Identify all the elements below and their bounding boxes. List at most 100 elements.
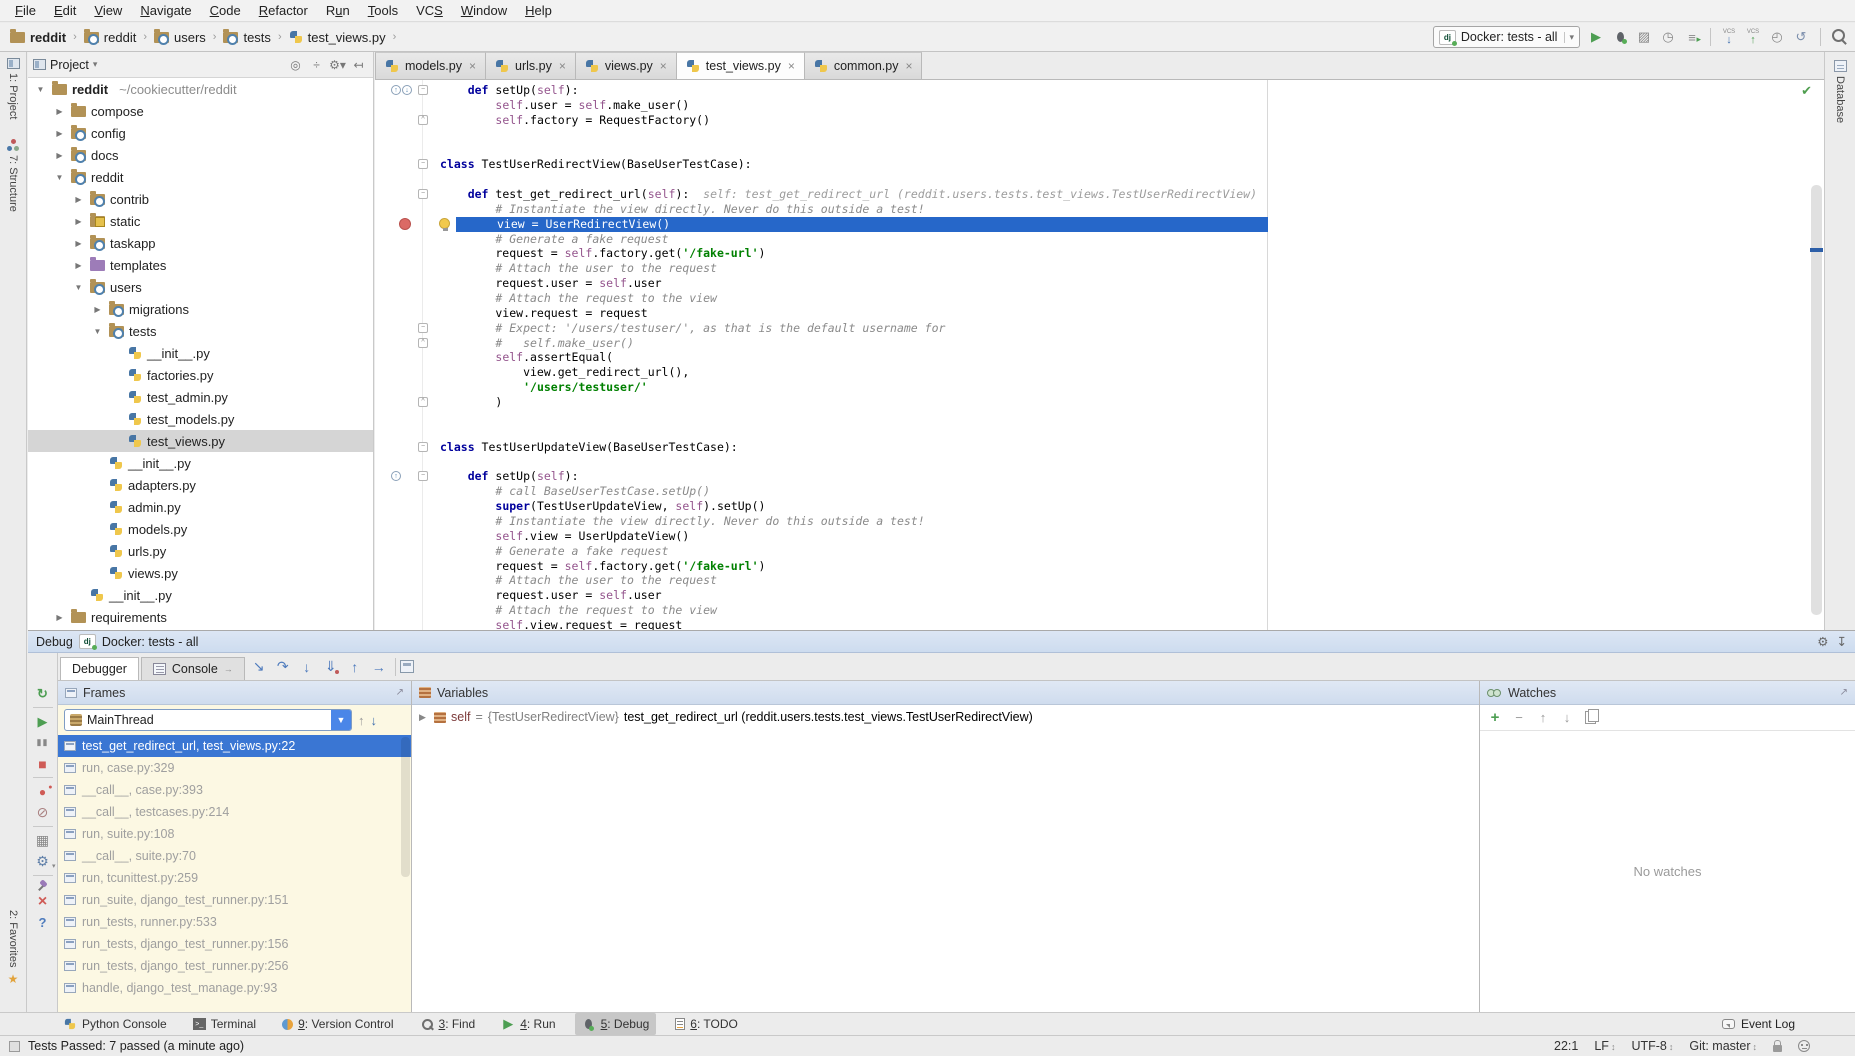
evaluate-expression-icon[interactable] [400, 660, 414, 673]
toolwindow-button-version-control[interactable]: 9: Version Control [275, 1015, 400, 1033]
menu-view[interactable]: View [85, 1, 131, 20]
tree-item-test-views-py[interactable]: test_views.py [28, 430, 373, 452]
tree-item-contrib[interactable]: ▶contrib [28, 188, 373, 210]
close-icon[interactable]: × [469, 59, 476, 73]
tree-expanded-arrow-icon[interactable]: ▼ [34, 85, 47, 94]
close-icon[interactable] [32, 891, 54, 912]
breadcrumb-item[interactable]: tests [221, 29, 272, 46]
next-frame-icon[interactable]: ↓ [371, 713, 378, 728]
tree-item-models-py[interactable]: models.py [28, 518, 373, 540]
expand-arrow-icon[interactable]: ▶ [419, 712, 429, 723]
hide-panel-icon[interactable]: ↤ [349, 58, 368, 72]
breadcrumb-item[interactable]: reddit [8, 29, 68, 46]
frame-row[interactable]: __call__, case.py:393 [58, 779, 411, 801]
add-watch-icon[interactable] [1484, 708, 1506, 728]
frame-row[interactable]: __call__, testcases.py:214 [58, 801, 411, 823]
frame-row[interactable]: run_tests, django_test_runner.py:156 [58, 933, 411, 955]
step-out-icon[interactable] [343, 656, 367, 678]
caret-position[interactable]: 22:1 [1554, 1039, 1578, 1053]
menu-refactor[interactable]: Refactor [250, 1, 317, 20]
frame-row[interactable]: run, suite.py:108 [58, 823, 411, 845]
menu-window[interactable]: Window [452, 1, 516, 20]
rollback-icon[interactable] [1792, 28, 1810, 46]
menu-vcs[interactable]: VCS [407, 1, 452, 20]
editor-tab-test-views-py[interactable]: test_views.py× [677, 52, 805, 79]
tree-collapsed-arrow-icon[interactable]: ▶ [72, 239, 85, 248]
vcs-commit-icon[interactable] [1744, 28, 1762, 46]
frame-row[interactable]: run_tests, django_test_runner.py:256 [58, 955, 411, 977]
sidebar-tab--structure[interactable]: 7: Structure [7, 139, 20, 212]
force-step-into-icon[interactable] [319, 656, 343, 678]
event-log-button[interactable]: Event Log [1722, 1017, 1795, 1031]
profiler-icon[interactable] [1659, 28, 1677, 46]
debug-tab-console[interactable]: Console→ [141, 657, 245, 680]
breadcrumb-item[interactable]: reddit [82, 29, 139, 46]
collapse-all-icon[interactable]: ÷ [307, 58, 326, 72]
step-into-icon[interactable] [295, 656, 319, 678]
tree-expanded-arrow-icon[interactable]: ▼ [53, 173, 66, 182]
duplicate-watch-icon[interactable] [1580, 708, 1602, 728]
fold-marker-icon[interactable]: − [418, 85, 428, 95]
debug-icon[interactable] [1611, 28, 1629, 46]
menu-edit[interactable]: Edit [45, 1, 85, 20]
fold-marker-icon[interactable]: − [418, 323, 428, 333]
tree-item-reddit[interactable]: ▼reddit~/cookiecutter/reddit [28, 78, 373, 100]
tree-item-views-py[interactable]: views.py [28, 562, 373, 584]
coverage-icon[interactable] [1635, 28, 1653, 46]
tree-item-templates[interactable]: ▶templates [28, 254, 373, 276]
debug-tab-debugger[interactable]: Debugger [60, 657, 139, 680]
tree-item-urls-py[interactable]: urls.py [28, 540, 373, 562]
tree-collapsed-arrow-icon[interactable]: ▶ [72, 217, 85, 226]
execution-line-stripe-mark[interactable] [1810, 248, 1823, 252]
tree-collapsed-arrow-icon[interactable]: ▶ [72, 261, 85, 270]
lock-icon[interactable] [1773, 1045, 1782, 1052]
help-icon[interactable] [32, 912, 54, 933]
fold-end-marker-icon[interactable]: ^ [418, 115, 428, 125]
tree-item-compose[interactable]: ▶compose [28, 100, 373, 122]
move-up-icon[interactable] [1532, 708, 1554, 728]
encoding-widget[interactable]: UTF-8↕ [1631, 1039, 1673, 1053]
menu-help[interactable]: Help [516, 1, 561, 20]
hide-panel-icon[interactable]: ↧ [1837, 634, 1847, 649]
git-branch-widget[interactable]: Git: master↕ [1689, 1039, 1757, 1053]
sidebar-tab--project[interactable]: 1: Project [7, 58, 20, 119]
remove-watch-icon[interactable] [1508, 708, 1530, 728]
close-icon[interactable]: × [559, 59, 566, 73]
tree-expanded-arrow-icon[interactable]: ▼ [91, 327, 104, 336]
gear-icon[interactable]: ⚙▾ [328, 58, 347, 72]
rerun-icon[interactable] [32, 683, 54, 704]
tree-item-taskapp[interactable]: ▶taskapp [28, 232, 373, 254]
frame-row[interactable]: run_suite, django_test_runner.py:151 [58, 889, 411, 911]
tree-item--init-py[interactable]: __init__.py [28, 452, 373, 474]
editor-tab-urls-py[interactable]: urls.py× [486, 52, 576, 79]
breakpoint-icon[interactable] [399, 218, 411, 230]
previous-frame-icon[interactable]: ↑ [358, 713, 365, 728]
tree-item-migrations[interactable]: ▶migrations [28, 298, 373, 320]
close-icon[interactable]: × [788, 59, 795, 73]
close-icon[interactable]: × [660, 59, 667, 73]
tree-item--init-py[interactable]: __init__.py [28, 584, 373, 606]
run-to-cursor-icon[interactable] [367, 656, 391, 678]
pause-icon[interactable] [32, 732, 54, 753]
fold-end-marker-icon[interactable]: ^ [418, 397, 428, 407]
scroll-from-source-icon[interactable]: ◎ [286, 58, 305, 72]
tree-collapsed-arrow-icon[interactable]: ▶ [72, 195, 85, 204]
tree-item-admin-py[interactable]: admin.py [28, 496, 373, 518]
tree-item--init-py[interactable]: __init__.py [28, 342, 373, 364]
frame-row[interactable]: test_get_redirect_url, test_views.py:22 [58, 735, 411, 757]
frame-row[interactable]: run, tcunittest.py:259 [58, 867, 411, 889]
tree-item-requirements[interactable]: ▶requirements [28, 606, 373, 628]
editor-tab-common-py[interactable]: common.py× [805, 52, 923, 79]
menu-file[interactable]: File [6, 1, 45, 20]
search-icon[interactable] [1831, 28, 1849, 46]
chevron-down-icon[interactable]: ▾ [93, 59, 98, 70]
hector-inspector-icon[interactable] [1798, 1040, 1810, 1052]
override-marker-icon[interactable]: ↑ [391, 471, 401, 481]
toolwindow-button-debug[interactable]: 5: Debug [575, 1013, 657, 1035]
fold-marker-icon[interactable]: − [418, 159, 428, 169]
code-editor[interactable]: ↑↓− def setUp(self): self.user = self.ma… [375, 80, 1824, 630]
gear-icon[interactable]: ⚙ [1817, 634, 1828, 649]
tree-item-factories-py[interactable]: factories.py [28, 364, 373, 386]
tree-item-adapters-py[interactable]: adapters.py [28, 474, 373, 496]
fold-marker-icon[interactable]: − [418, 471, 428, 481]
